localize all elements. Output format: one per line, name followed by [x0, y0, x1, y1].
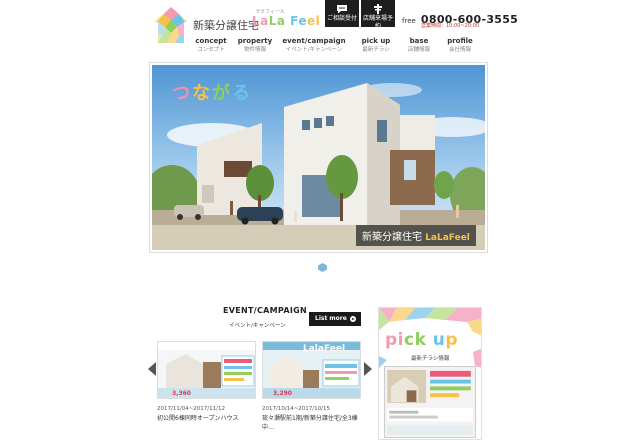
nav-sublabel: 店舗情報	[407, 47, 431, 53]
phone-free-label: free	[402, 17, 416, 25]
nav-sublabel: 最新チラシ	[362, 47, 390, 53]
event-date: 2017/10/14~2017/10/15	[262, 406, 331, 412]
nav-item-event-campaign[interactable]: event/campaign イベント/キャンペーン	[282, 37, 345, 54]
brand-name: LaLa Feel	[252, 14, 321, 28]
nav-item-pickup[interactable]: pick up 最新チラシ	[362, 37, 391, 54]
event-section-subtitle: イベント/キャンペーン	[229, 323, 286, 329]
slide-indicator-icon[interactable]	[318, 263, 327, 272]
latest-flyer-image	[384, 366, 476, 438]
carousel-prev-icon[interactable]	[148, 362, 156, 376]
main-nav: concept コンセプト property 物件情報 event/campai…	[190, 37, 490, 55]
consult-label: ご相談受付	[326, 15, 357, 22]
pickup-title: pick up	[385, 330, 459, 350]
event-section-title: EVENT/CAMPAIGN	[223, 306, 307, 315]
list-more-button[interactable]: List more	[309, 312, 361, 326]
reserve-label: 店舗来場予約	[362, 15, 393, 30]
shop-sign-icon	[374, 4, 382, 14]
nav-sublabel: コンセプト	[197, 47, 225, 53]
house-logo-icon	[154, 7, 188, 43]
visit-reserve-button[interactable]: 店舗来場予約	[361, 0, 395, 30]
pickup-subtitle: 最新チラシ情報	[411, 356, 450, 362]
list-more-label: List more	[315, 315, 347, 322]
hero-catchphrase: つながる	[172, 83, 252, 104]
nav-sublabel: イベント/キャンペーン	[285, 47, 343, 53]
arrow-right-icon	[350, 316, 356, 322]
nav-item-profile[interactable]: profile 会社情報	[447, 37, 473, 54]
event-banner-price: 3,290	[273, 390, 292, 397]
hero-slider[interactable]: つながる 新築分譲住宅 LaLaFeel	[149, 62, 488, 253]
hero-caption: 新築分譲住宅 LaLaFeel	[356, 225, 476, 246]
chat-bubble-icon	[337, 5, 347, 14]
nav-label: concept	[195, 37, 227, 45]
nav-item-concept[interactable]: concept コンセプト	[195, 37, 226, 54]
event-card[interactable]: 3,360	[157, 341, 256, 399]
nav-label: event/campaign	[282, 37, 346, 45]
event-date: 2017/11/04~2017/11/12	[157, 406, 226, 412]
carousel-next-icon[interactable]	[364, 362, 372, 376]
nav-item-property[interactable]: property 物件情報	[238, 37, 272, 54]
event-banner-price: 3,360	[172, 390, 191, 397]
nav-label: property	[237, 37, 273, 45]
nav-item-base[interactable]: base 店舗情報	[408, 37, 430, 54]
event-card[interactable]: LalaFeel 3,290	[262, 341, 361, 399]
nav-label: profile	[447, 37, 473, 45]
nav-sublabel: 物件情報	[243, 47, 266, 53]
business-hours: 営業時間：10:00~20:00	[421, 23, 480, 29]
nav-label: base	[409, 37, 429, 45]
event-name[interactable]: 初公開6棟同時オープンハウス	[157, 414, 257, 423]
nav-label: pick up	[361, 37, 391, 45]
logo-text: 新築分譲住宅	[193, 19, 259, 32]
event-banner-brand: LalaFeel	[303, 344, 346, 354]
nav-sublabel: 会社情報	[448, 47, 472, 53]
event-name[interactable]: 琉々瀬駅前1期/新築分譲住宅/全3棟 中…	[262, 414, 364, 432]
consult-button[interactable]: ご相談受付	[325, 0, 359, 27]
pickup-banner[interactable]: pick up 最新チラシ情報	[378, 307, 482, 440]
